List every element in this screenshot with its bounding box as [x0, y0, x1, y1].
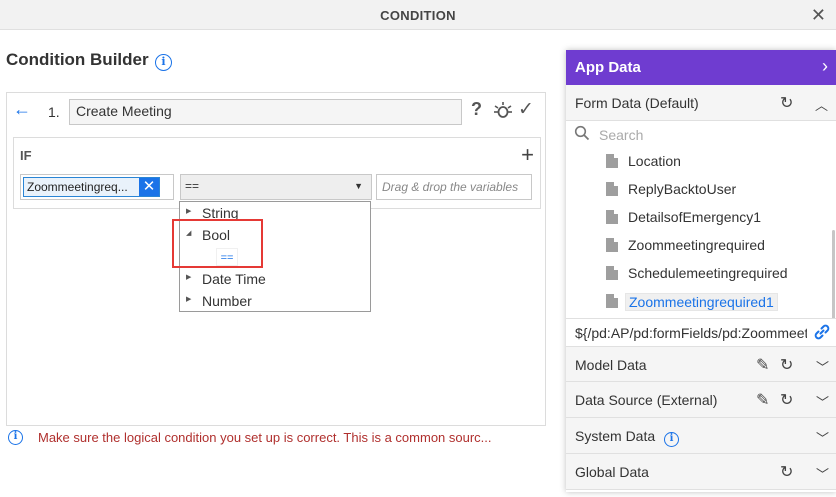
remove-variable-icon[interactable]: ✕ — [139, 178, 159, 196]
tree-scrollbar[interactable] — [832, 230, 835, 320]
dropdown-group-datetime[interactable]: ▶ Date Time — [180, 268, 370, 290]
chevron-right-icon[interactable]: › — [822, 56, 828, 77]
section-system-data[interactable]: System Data i ﹀ — [566, 418, 836, 454]
form-data-search[interactable]: Search — [566, 121, 836, 149]
chevron-down-icon[interactable]: ﹀ — [816, 392, 829, 411]
step-row: ← 1. Create Meeting ? ✓ — [7, 93, 545, 129]
info-icon[interactable]: i — [155, 52, 172, 71]
check-icon[interactable]: ✓ — [518, 98, 534, 121]
add-condition-icon[interactable]: + — [521, 142, 534, 168]
refresh-icon[interactable]: ↻ — [780, 462, 793, 482]
step-name-input[interactable]: Create Meeting — [69, 99, 462, 125]
variable-path-row: ${/pd:AP/pd:formFields/pd:Zoommeetingreq… — [566, 318, 836, 346]
caret-down-icon: ▼ — [354, 181, 363, 191]
warning-row: i Make sure the logical condition you se… — [8, 429, 548, 447]
warning-message: Make sure the logical condition you set … — [38, 430, 492, 445]
expand-triangle-icon: ▶ — [186, 274, 192, 281]
chevron-up-icon[interactable]: ︿ — [815, 95, 828, 114]
section-data-source[interactable]: Data Source (External) ✎ ↻ ﹀ — [566, 382, 836, 418]
left-operand-field[interactable]: Zoommeetingreq... ✕ — [20, 174, 174, 200]
right-operand-dropzone[interactable]: Drag & drop the variables — [376, 174, 532, 200]
edit-icon[interactable]: ✎ — [756, 390, 769, 410]
highlight-box — [172, 219, 263, 268]
app-data-title: App Data — [575, 59, 641, 76]
document-icon — [606, 238, 618, 252]
back-arrow-icon[interactable]: ← — [13, 99, 31, 120]
section-model-data[interactable]: Model Data ✎ ↻ ﹀ — [566, 346, 836, 382]
dialog-titlebar: CONDITION ✕ — [0, 0, 836, 30]
help-icon[interactable]: ? — [471, 99, 482, 120]
dialog-title: CONDITION — [380, 8, 456, 23]
chevron-down-icon[interactable]: ﹀ — [816, 428, 829, 447]
app-data-header[interactable]: App Data › — [566, 50, 836, 85]
document-icon — [606, 210, 618, 224]
refresh-icon[interactable]: ↻ — [780, 390, 793, 410]
document-icon — [606, 154, 618, 168]
expand-triangle-icon: ▶ — [186, 296, 192, 303]
refresh-icon[interactable]: ↻ — [780, 93, 793, 113]
refresh-icon[interactable]: ↻ — [780, 355, 793, 375]
search-input[interactable]: Search — [599, 127, 643, 143]
variable-path: ${/pd:AP/pd:formFields/pd:Zoommeetingreq… — [575, 325, 807, 341]
link-icon[interactable] — [813, 323, 831, 346]
debug-icon[interactable] — [493, 100, 513, 125]
operator-select[interactable]: == ▼ — [180, 174, 372, 200]
variable-chip[interactable]: Zoommeetingreq... ✕ — [23, 177, 160, 197]
document-icon — [606, 182, 618, 196]
info-icon: i — [8, 430, 23, 445]
chevron-down-icon[interactable]: ﹀ — [816, 464, 829, 483]
page-title: Condition Builder — [6, 50, 149, 69]
search-icon — [574, 125, 590, 146]
if-label: IF — [20, 148, 32, 163]
document-icon — [606, 294, 618, 308]
operator-value: == — [185, 179, 200, 193]
info-icon[interactable]: i — [664, 428, 679, 447]
variable-chip-label: Zoommeetingreq... — [27, 180, 128, 194]
dropdown-group-number[interactable]: ▶ Number — [180, 290, 370, 312]
step-number: 1. — [48, 104, 60, 120]
expand-triangle-icon: ▶ — [186, 208, 192, 215]
section-global-data[interactable]: Global Data ↻ ﹀ — [566, 454, 836, 490]
section-form-data[interactable]: Form Data (Default) ↻ ︿ — [566, 85, 836, 121]
app-data-panel: App Data › Form Data (Default) ↻ ︿ Searc… — [566, 50, 836, 492]
document-icon — [606, 266, 618, 280]
close-icon[interactable]: ✕ — [811, 5, 826, 26]
edit-icon[interactable]: ✎ — [756, 355, 769, 375]
if-condition-box: IF + Zoommeetingreq... ✕ == ▼ Drag & dro… — [13, 137, 541, 209]
chevron-down-icon[interactable]: ﹀ — [816, 357, 829, 376]
